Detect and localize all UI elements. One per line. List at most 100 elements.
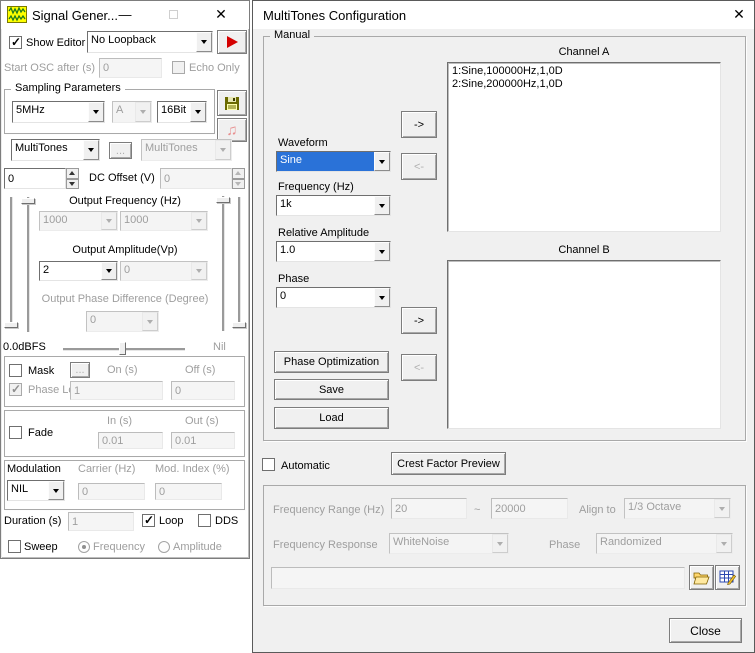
sweep-checkbox[interactable] <box>8 540 21 553</box>
dbfs-label: 0.0dBFS <box>3 341 46 353</box>
close-icon[interactable]: ✕ <box>205 4 237 25</box>
channel-b-label: Channel B <box>447 244 721 256</box>
chevron-down-icon[interactable] <box>196 32 212 52</box>
chevron-down-icon <box>135 102 151 122</box>
grid-edit-icon <box>719 570 736 585</box>
fade-in-input: 0.01 <box>98 432 163 449</box>
sampling-bits-select[interactable]: 16Bit <box>157 101 207 123</box>
sampling-rate-select[interactable]: 5MHz <box>12 101 105 123</box>
chevron-down-icon <box>492 534 508 553</box>
auto-phase-label: Phase <box>549 539 580 551</box>
mask-off-input: 0 <box>171 381 235 400</box>
slider-right-inner-thumb[interactable] <box>216 197 230 203</box>
relative-amplitude-label: Relative Amplitude <box>278 227 369 239</box>
add-to-channel-a-button[interactable]: -> <box>401 111 437 138</box>
run-button[interactable] <box>217 30 247 54</box>
frequency-response-label: Frequency Response <box>273 539 378 551</box>
nil-label: Nil <box>213 341 226 353</box>
output-phase-label: Output Phase Difference (Degree) <box>31 293 219 305</box>
chevron-down-icon[interactable] <box>48 481 64 500</box>
chevron-down-icon[interactable] <box>374 288 390 307</box>
dds-checkbox[interactable] <box>198 514 211 527</box>
fade-checkbox[interactable] <box>9 426 22 439</box>
dc-offset-a-stepper[interactable] <box>66 168 79 189</box>
show-editor-checkbox[interactable] <box>9 36 22 49</box>
mask-more-button: ... <box>70 362 90 378</box>
tone-frequency-select[interactable]: 1k <box>276 195 391 216</box>
chevron-down-icon <box>191 212 207 230</box>
chevron-down-icon[interactable] <box>374 152 390 171</box>
spin-up-icon[interactable] <box>66 168 79 179</box>
channel-a-label: Channel A <box>447 46 721 58</box>
spin-down-icon[interactable] <box>66 179 79 190</box>
tone-item[interactable]: 1:Sine,100000Hz,1,0D <box>452 65 716 78</box>
chevron-down-icon[interactable] <box>88 102 104 122</box>
dbfs-slider-thumb[interactable] <box>119 342 126 355</box>
mt-titlebar: MultiTones Configuration ✕ <box>253 1 754 29</box>
maximize-icon <box>157 4 189 25</box>
mask-on-input: 1 <box>70 381 163 400</box>
sampling-parameters-legend: Sampling Parameters <box>11 82 125 94</box>
align-to-label: Align to <box>579 504 616 516</box>
open-file-button[interactable] <box>689 565 714 590</box>
start-osc-input: 0 <box>99 58 162 78</box>
fade-out-input: 0.01 <box>171 432 235 449</box>
edit-table-button[interactable] <box>715 565 740 590</box>
close-button[interactable]: Close <box>669 618 742 643</box>
range-to-input: 20000 <box>491 498 568 519</box>
tone-item[interactable]: 2:Sine,200000Hz,1,0D <box>452 78 716 91</box>
chevron-down-icon <box>101 212 117 230</box>
close-icon[interactable]: ✕ <box>723 4 755 25</box>
save-button[interactable]: Save <box>274 379 389 400</box>
mask-label: Mask <box>28 365 54 377</box>
add-to-channel-b-button[interactable]: -> <box>401 307 437 334</box>
tone-waveform-select[interactable]: Sine <box>276 151 391 172</box>
mod-index-label: Mod. Index (%) <box>155 463 230 475</box>
slider-right-inner-track[interactable] <box>222 196 224 331</box>
phase-label: Phase <box>278 273 309 285</box>
tone-amplitude-select[interactable]: 1.0 <box>276 241 391 262</box>
chevron-down-icon[interactable] <box>83 140 99 160</box>
range-from-input: 20 <box>391 498 467 519</box>
sweep-amplitude-label: Amplitude <box>173 541 222 553</box>
save-signal-button[interactable] <box>217 90 247 116</box>
mod-index-input: 0 <box>155 483 222 500</box>
slider-left-inner-track[interactable] <box>27 197 29 332</box>
crest-factor-preview-button[interactable]: Crest Factor Preview <box>391 452 506 475</box>
tone-phase-select[interactable]: 0 <box>276 287 391 308</box>
minimize-icon[interactable]: — <box>109 4 141 25</box>
slider-left-inner-thumb[interactable] <box>21 198 35 204</box>
phase-optimization-button[interactable]: Phase Optimization <box>274 351 389 373</box>
signal-generator-window: Signal Gener... — ✕ Show Editor No Loopb… <box>0 0 250 559</box>
spin-up-icon <box>232 168 245 179</box>
chevron-down-icon[interactable] <box>190 102 206 122</box>
waveform-a-select[interactable]: MultiTones <box>11 139 100 161</box>
slider-right-outer-track[interactable] <box>238 197 240 328</box>
loopback-select[interactable]: No Loopback <box>87 31 213 53</box>
chevron-down-icon[interactable] <box>101 262 117 280</box>
dc-offset-a-input[interactable]: 0 <box>4 168 66 189</box>
chevron-down-icon[interactable] <box>374 196 390 215</box>
mask-checkbox[interactable] <box>9 364 22 377</box>
sampling-channel-select: A <box>112 101 152 123</box>
sweep-frequency-radio <box>78 541 90 553</box>
channel-b-list[interactable] <box>447 260 721 429</box>
dds-label: DDS <box>215 515 238 527</box>
frequency-range-label: Frequency Range (Hz) <box>273 504 384 516</box>
sg-window-title: Signal Gener... <box>32 8 118 23</box>
chevron-down-icon <box>215 140 231 160</box>
output-amplitude-a-select[interactable]: 2 <box>39 261 118 281</box>
load-button[interactable]: Load <box>274 407 389 429</box>
modulation-label: Modulation <box>7 463 61 475</box>
automatic-checkbox[interactable] <box>262 458 275 471</box>
slider-right-outer-thumb[interactable] <box>232 322 246 328</box>
channel-a-list[interactable]: 1:Sine,100000Hz,1,0D 2:Sine,200000Hz,1,0… <box>447 62 721 232</box>
music-note-icon: ♫ <box>226 123 237 138</box>
output-frequency-label: Output Frequency (Hz) <box>41 195 209 207</box>
fade-label: Fade <box>28 427 53 439</box>
modulation-select[interactable]: NIL <box>7 480 65 501</box>
slider-left-outer-track[interactable] <box>10 197 12 328</box>
loop-checkbox[interactable] <box>142 514 155 527</box>
chevron-down-icon[interactable] <box>374 242 390 261</box>
slider-left-outer-thumb[interactable] <box>4 322 18 328</box>
